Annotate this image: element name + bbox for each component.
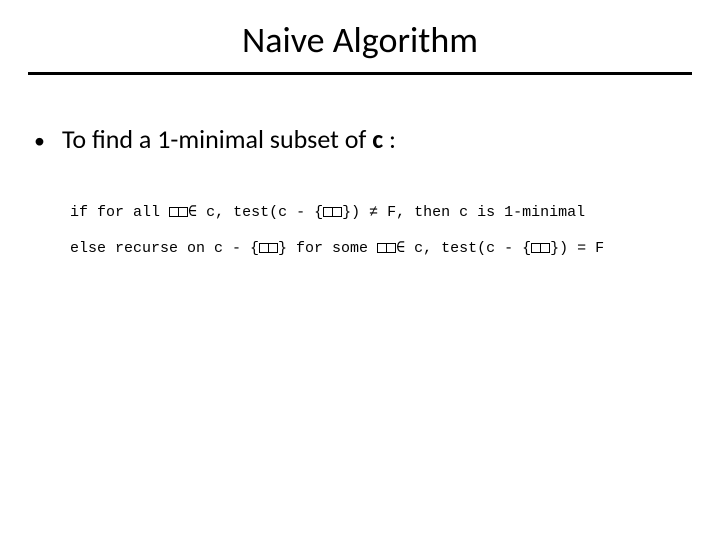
placeholder-glyph bbox=[540, 243, 550, 253]
code-line-1: if for all ∈ c, test(c - {}) ≠ F, then c… bbox=[70, 195, 686, 231]
code-text: }) = F bbox=[550, 240, 604, 257]
bullet-prefix: To find a 1-minimal subset of bbox=[62, 123, 372, 155]
slide-body: • To find a 1-minimal subset of c : if f… bbox=[0, 75, 720, 267]
placeholder-glyph bbox=[268, 243, 278, 253]
slide-title: Naive Algorithm bbox=[0, 0, 720, 72]
code-block: if for all ∈ c, test(c - {}) ≠ F, then c… bbox=[34, 195, 686, 267]
slide: Naive Algorithm • To find a 1-minimal su… bbox=[0, 0, 720, 540]
bullet-item: • To find a 1-minimal subset of c : bbox=[34, 123, 686, 155]
code-text: if for all bbox=[70, 204, 169, 221]
code-text: c, test(c - { bbox=[405, 240, 531, 257]
placeholder-glyph bbox=[386, 243, 396, 253]
code-text: } for some bbox=[278, 240, 377, 257]
code-line-2: else recurse on c - {} for some ∈ c, tes… bbox=[70, 231, 686, 267]
bullet-var: c bbox=[372, 123, 383, 155]
code-text: c, test(c - { bbox=[197, 204, 323, 221]
placeholder-glyph bbox=[332, 207, 342, 217]
placeholder-glyph bbox=[178, 207, 188, 217]
bullet-suffix: : bbox=[383, 123, 396, 155]
bullet-text: To find a 1-minimal subset of c : bbox=[62, 123, 396, 155]
code-text: else recurse on c - { bbox=[70, 240, 259, 257]
code-text: }) ≠ F, then c is 1-minimal bbox=[342, 204, 585, 221]
bullet-marker: • bbox=[34, 126, 62, 152]
